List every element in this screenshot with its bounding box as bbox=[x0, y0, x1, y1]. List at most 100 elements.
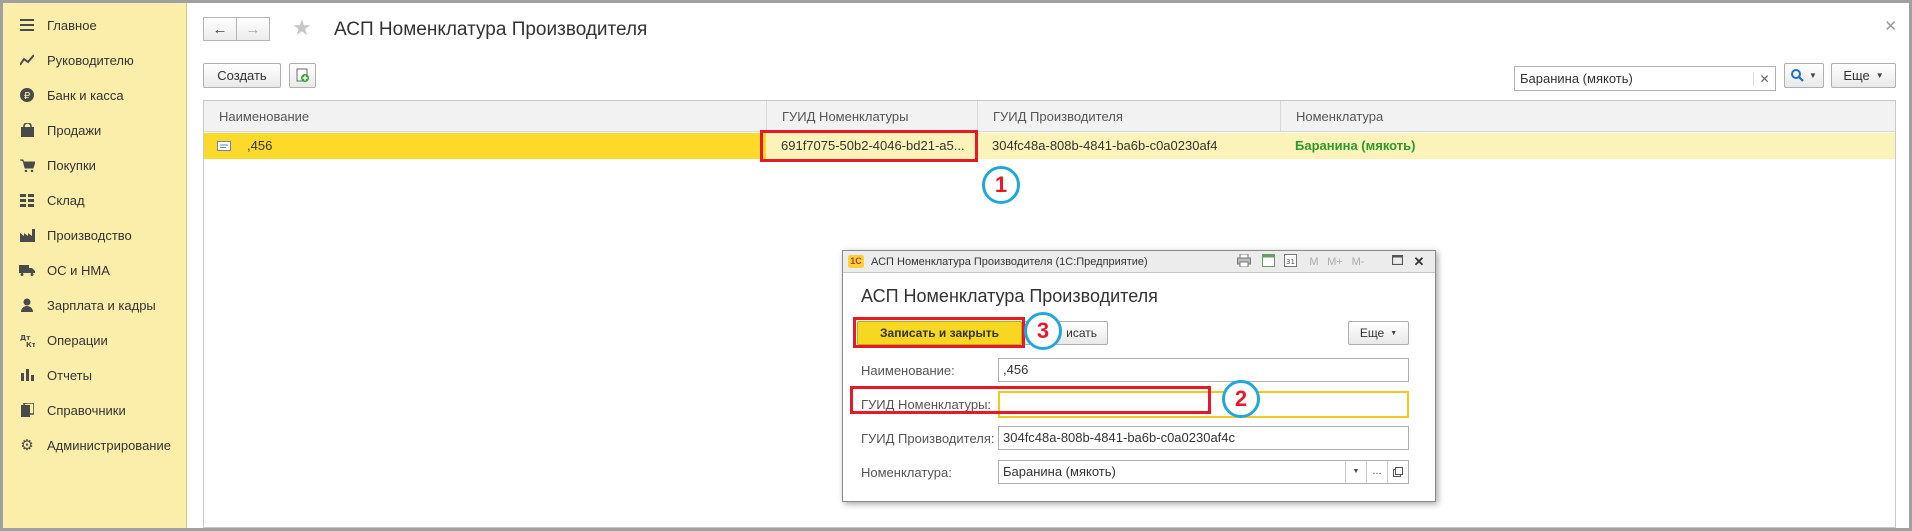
column-header-guid-nom[interactable]: ГУИД Номенклатуры bbox=[766, 101, 977, 132]
shopping-cart-icon bbox=[19, 157, 35, 173]
search-field[interactable]: ✕ bbox=[1514, 66, 1776, 91]
truck-icon bbox=[19, 262, 35, 278]
column-header-name[interactable]: Наименование bbox=[204, 101, 766, 132]
dropdown-arrow-icon: ▼ bbox=[1390, 329, 1398, 337]
books-icon bbox=[19, 402, 35, 418]
catalog-item-icon bbox=[217, 141, 231, 151]
sidebar-item-assets[interactable]: ОС и НМА bbox=[3, 256, 187, 284]
memory-plus-button[interactable]: M+ bbox=[1325, 254, 1345, 270]
dropdown-arrow-icon: ▼ bbox=[1875, 71, 1884, 80]
svg-text:31: 31 bbox=[1286, 258, 1295, 266]
more-button[interactable]: Еще ▼ bbox=[1831, 63, 1896, 88]
memory-minus-button[interactable]: M- bbox=[1348, 254, 1368, 270]
calendar-31-icon[interactable]: 31 bbox=[1282, 254, 1298, 270]
sidebar-item-label: Производство bbox=[47, 227, 132, 243]
cell-name-text: ,456 bbox=[247, 138, 273, 153]
print-icon[interactable] bbox=[1236, 253, 1252, 270]
search-button[interactable]: ▼ bbox=[1784, 63, 1824, 88]
memory-m-button[interactable]: M bbox=[1306, 254, 1322, 270]
forward-button[interactable]: → bbox=[236, 17, 270, 41]
page-title: АСП Номенклатура Производителя bbox=[334, 19, 648, 40]
sidebar-item-label: Банк и касса bbox=[47, 87, 124, 103]
maximize-icon[interactable] bbox=[1389, 254, 1405, 270]
sidebar-item-label: Операции bbox=[47, 332, 108, 348]
cell-nomenclature-link[interactable]: Баранина (мякоть) bbox=[1280, 133, 1897, 159]
sidebar-item-label: Покупки bbox=[47, 157, 96, 173]
back-button[interactable]: ← bbox=[203, 17, 237, 41]
sidebar-item-sales[interactable]: Продажи bbox=[3, 116, 187, 144]
sidebar-item-label: Главное bbox=[47, 17, 97, 33]
search-input[interactable] bbox=[1515, 67, 1753, 90]
dialog-more-button[interactable]: Еще ▼ bbox=[1348, 321, 1409, 345]
open-window-icon bbox=[1393, 467, 1403, 477]
dropdown-arrow-icon[interactable]: ▼ bbox=[1345, 461, 1366, 483]
create-button[interactable]: Создать bbox=[203, 63, 281, 88]
close-icon[interactable]: ✕ bbox=[1411, 254, 1427, 270]
sidebar-item-salary[interactable]: Зарплата и кадры bbox=[3, 291, 187, 319]
select-ellipsis-icon[interactable]: ... bbox=[1366, 461, 1387, 483]
annotation-badge-1: 1 bbox=[982, 166, 1020, 204]
arrow-right-icon: → bbox=[245, 20, 261, 38]
sidebar-item-production[interactable]: Производство bbox=[3, 221, 187, 249]
sidebar-item-admin[interactable]: ⚙ Администрирование bbox=[3, 431, 187, 459]
cell-guid-maker[interactable]: 304fc48a-808b-4841-ba6b-c0a0230af4 bbox=[977, 133, 1280, 159]
annotation-badge-2: 2 bbox=[1222, 380, 1260, 418]
dialog-window-title: АСП Номенклатура Производителя (1С:Предп… bbox=[871, 256, 1148, 268]
chart-line-icon bbox=[19, 52, 35, 68]
sidebar-item-reports[interactable]: Отчеты bbox=[3, 361, 187, 389]
annotation-highlight-save-close bbox=[853, 317, 1025, 348]
sidebar-item-main[interactable]: Главное bbox=[3, 11, 187, 39]
main-content: ← → ★ АСП Номенклатура Производителя ✕ С… bbox=[188, 3, 1909, 528]
sidebar-item-label: ОС и НМА bbox=[47, 262, 110, 278]
app-window: Главное Руководителю ₽ Банк и касса Прод… bbox=[3, 3, 1909, 528]
ruble-coin-icon: ₽ bbox=[19, 87, 35, 103]
nomenclature-label: Номенклатура: bbox=[861, 465, 952, 480]
more-button-label: Еще bbox=[1843, 68, 1870, 83]
sidebar-item-bank[interactable]: ₽ Банк и касса bbox=[3, 81, 187, 109]
table-row[interactable]: ,456 691f7075-50b2-4046-bd21-a5... 304fc… bbox=[204, 133, 1895, 159]
sidebar-item-label: Склад bbox=[47, 192, 85, 208]
name-field[interactable]: ,456 bbox=[998, 358, 1409, 382]
search-icon bbox=[1791, 69, 1804, 82]
annotation-badge-3: 3 bbox=[1024, 312, 1062, 350]
favorite-star-icon[interactable]: ★ bbox=[292, 15, 312, 41]
person-icon bbox=[19, 297, 35, 313]
sidebar-item-label: Продажи bbox=[47, 122, 102, 138]
warehouse-grid-icon bbox=[19, 192, 35, 208]
sidebar-item-warehouse[interactable]: Склад bbox=[3, 186, 187, 214]
sidebar: Главное Руководителю ₽ Банк и касса Прод… bbox=[3, 3, 187, 528]
nomenclature-value: Баранина (мякоть) bbox=[1003, 464, 1116, 479]
name-label: Наименование: bbox=[861, 363, 955, 378]
svg-text:₽: ₽ bbox=[24, 91, 31, 102]
sidebar-item-catalogs[interactable]: Справочники bbox=[3, 396, 187, 424]
copy-add-button[interactable] bbox=[289, 63, 316, 88]
clear-icon[interactable]: ✕ bbox=[1753, 71, 1775, 86]
table-header: Наименование ГУИД Номенклатуры ГУИД Прои… bbox=[204, 101, 1895, 132]
sidebar-item-operations[interactable]: Дт Кт Операции bbox=[3, 326, 187, 354]
dialog-titlebar: 1С АСП Номенклатура Производителя (1С:Пр… bbox=[843, 251, 1435, 273]
dialog-heading: АСП Номенклатура Производителя bbox=[861, 286, 1158, 306]
gear-icon: ⚙ bbox=[20, 437, 34, 454]
factory-icon bbox=[19, 227, 35, 243]
sidebar-item-label: Руководителю bbox=[47, 52, 134, 68]
svg-text:Кт: Кт bbox=[26, 341, 35, 347]
sidebar-item-purchases[interactable]: Покупки bbox=[3, 151, 187, 179]
copy-add-icon bbox=[296, 68, 309, 82]
dt-kt-icon: Дт Кт bbox=[19, 332, 35, 348]
column-header-nomenclature[interactable]: Номенклатура bbox=[1280, 101, 1897, 132]
open-item-button[interactable] bbox=[1387, 461, 1408, 483]
sidebar-item-director[interactable]: Руководителю bbox=[3, 46, 187, 74]
bar-chart-icon bbox=[19, 367, 35, 383]
menu-lines-icon bbox=[19, 17, 35, 33]
calendar-icon[interactable] bbox=[1260, 254, 1276, 270]
column-header-guid-maker[interactable]: ГУИД Производителя bbox=[977, 101, 1280, 132]
sidebar-item-label: Зарплата и кадры bbox=[47, 297, 156, 313]
cell-name[interactable]: ,456 bbox=[204, 133, 766, 159]
sidebar-item-label: Справочники bbox=[47, 402, 126, 418]
guid-maker-field[interactable]: 304fc48a-808b-4841-ba6b-c0a0230af4c bbox=[998, 426, 1409, 450]
close-icon[interactable]: ✕ bbox=[1884, 17, 1897, 35]
edit-dialog: 1С АСП Номенклатура Производителя (1С:Пр… bbox=[842, 250, 1436, 502]
guid-maker-label: ГУИД Производителя: bbox=[861, 431, 995, 446]
dropdown-arrow-icon: ▼ bbox=[1809, 71, 1817, 80]
sidebar-item-label: Администрирование bbox=[47, 437, 171, 453]
